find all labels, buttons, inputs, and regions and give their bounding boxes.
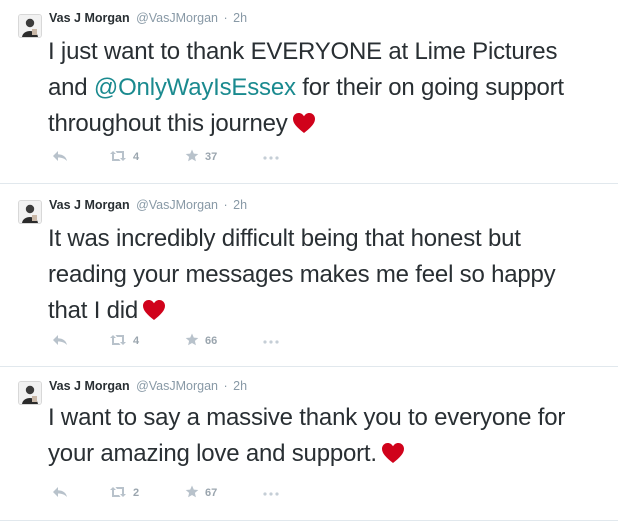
retweet-button[interactable]: 2 bbox=[109, 485, 139, 501]
author-handle[interactable]: @VasJMorgan bbox=[136, 198, 218, 212]
tweet[interactable]: Vas J Morgan @VasJMorgan · 2h I want to … bbox=[0, 367, 618, 521]
tweet[interactable]: Vas J Morgan @VasJMorgan · 2h It was inc… bbox=[0, 184, 618, 367]
retweet-count: 2 bbox=[133, 487, 140, 499]
retweet-icon bbox=[109, 150, 127, 165]
avatar-image bbox=[19, 201, 41, 223]
tweet-header: Vas J Morgan @VasJMorgan · 2h bbox=[49, 197, 247, 213]
reply-icon bbox=[52, 486, 68, 501]
mention-link[interactable]: @OnlyWayIsEssex bbox=[94, 74, 296, 101]
heart-icon bbox=[381, 439, 405, 475]
more-button[interactable] bbox=[263, 333, 279, 349]
author-name[interactable]: Vas J Morgan bbox=[49, 11, 130, 25]
reply-icon bbox=[52, 150, 68, 165]
more-button[interactable] bbox=[263, 149, 279, 165]
timestamp[interactable]: 2h bbox=[233, 379, 247, 393]
favorite-count: 67 bbox=[205, 487, 218, 499]
tweet-text: I just want to thank EVERYONE at Lime Pi… bbox=[48, 34, 600, 145]
tweet-text: I want to say a massive thank you to eve… bbox=[48, 400, 600, 475]
reply-button[interactable] bbox=[52, 149, 68, 165]
more-icon bbox=[263, 151, 279, 163]
reply-icon bbox=[52, 334, 68, 349]
avatar[interactable] bbox=[18, 381, 42, 405]
avatar[interactable] bbox=[18, 14, 42, 38]
star-icon bbox=[185, 485, 199, 501]
favorite-button[interactable]: 67 bbox=[185, 485, 217, 501]
tweet-text-part: I want to say a massive thank you to eve… bbox=[48, 404, 566, 467]
reply-button[interactable] bbox=[52, 485, 68, 501]
avatar-image bbox=[19, 382, 41, 404]
timestamp[interactable]: 2h bbox=[233, 11, 247, 25]
retweet-count: 4 bbox=[133, 151, 140, 163]
author-handle[interactable]: @VasJMorgan bbox=[136, 11, 218, 25]
retweet-button[interactable]: 4 bbox=[109, 149, 139, 165]
retweet-button[interactable]: 4 bbox=[109, 333, 139, 349]
tweet-actions: 2 67 bbox=[48, 485, 308, 501]
author-name[interactable]: Vas J Morgan bbox=[49, 379, 130, 393]
more-icon bbox=[263, 487, 279, 499]
tweet-header: Vas J Morgan @VasJMorgan · 2h bbox=[49, 378, 247, 394]
star-icon bbox=[185, 149, 199, 165]
tweet-text-part: It was incredibly difficult being that h… bbox=[48, 225, 556, 324]
heart-icon bbox=[292, 109, 316, 145]
retweet-count: 4 bbox=[133, 335, 140, 347]
favorite-button[interactable]: 66 bbox=[185, 333, 217, 349]
heart-icon bbox=[142, 296, 166, 332]
timestamp[interactable]: 2h bbox=[233, 198, 247, 212]
favorite-count: 37 bbox=[205, 151, 218, 163]
tweet-actions: 4 66 bbox=[48, 333, 308, 349]
avatar[interactable] bbox=[18, 200, 42, 224]
avatar-image bbox=[19, 15, 41, 37]
favorite-count: 66 bbox=[205, 335, 218, 347]
reply-button[interactable] bbox=[52, 333, 68, 349]
tweet-header: Vas J Morgan @VasJMorgan · 2h bbox=[49, 10, 247, 26]
tweet-feed: Vas J Morgan @VasJMorgan · 2h I just wan… bbox=[0, 0, 618, 521]
author-handle[interactable]: @VasJMorgan bbox=[136, 379, 218, 393]
separator: · bbox=[223, 379, 228, 393]
more-icon bbox=[263, 335, 279, 347]
tweet-actions: 4 37 bbox=[48, 149, 308, 165]
separator: · bbox=[223, 11, 228, 25]
favorite-button[interactable]: 37 bbox=[185, 149, 217, 165]
retweet-icon bbox=[109, 486, 127, 501]
author-name[interactable]: Vas J Morgan bbox=[49, 198, 130, 212]
star-icon bbox=[185, 333, 199, 349]
tweet[interactable]: Vas J Morgan @VasJMorgan · 2h I just wan… bbox=[0, 0, 618, 184]
retweet-icon bbox=[109, 334, 127, 349]
more-button[interactable] bbox=[263, 485, 279, 501]
tweet-text: It was incredibly difficult being that h… bbox=[48, 221, 600, 332]
separator: · bbox=[223, 198, 228, 212]
